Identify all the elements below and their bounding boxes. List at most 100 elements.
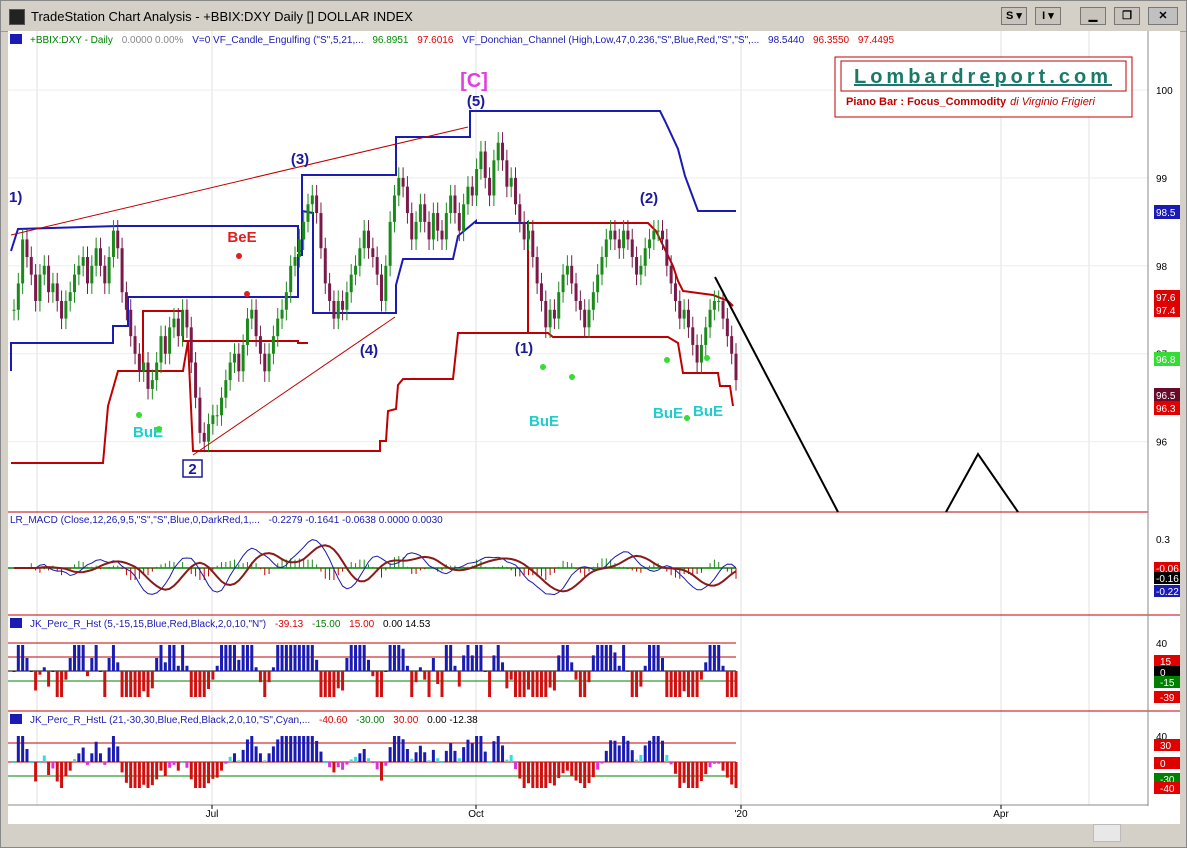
perc-rl-v4: 0.00 -12.38 [427, 715, 478, 726]
candle-body-107 [475, 169, 479, 196]
perc-r-bar-130 [574, 671, 578, 680]
perc-rl-bar-111 [492, 741, 496, 762]
perc-r-bar-1 [16, 645, 20, 671]
interval-link-button[interactable]: I ▾ [1035, 7, 1061, 25]
perc-r-bar-156 [686, 671, 690, 697]
perc-rl-bar-53 [241, 749, 245, 762]
candle-body-51 [232, 353, 236, 363]
candle-body-11 [60, 300, 64, 319]
close-button[interactable]: ✕ [1148, 7, 1178, 25]
candle-body-79 [354, 265, 358, 275]
perc-r-bar-29 [137, 671, 141, 697]
candle-body-142 [626, 230, 630, 240]
candle-body-48 [220, 397, 224, 416]
candle-body-88 [392, 195, 396, 222]
perc-r-panel: JK_Perc_R_Hst (5,-15,15,Blue,Red,Black,2… [8, 618, 1180, 712]
wave-4-label: (4) [360, 342, 378, 359]
perc-r-bar-116 [514, 671, 518, 697]
perc-r-bar-88 [392, 645, 396, 671]
maximize-button[interactable]: ❐ [1114, 7, 1140, 25]
perc-rl-bar-73 [328, 762, 332, 768]
perc-r-bar-105 [466, 645, 470, 671]
perc-rl-bar-54 [245, 739, 249, 762]
bue-label-2: BuE [529, 413, 559, 430]
perc-r-bar-58 [263, 671, 267, 697]
perc-rl-bar-77 [345, 762, 349, 765]
perc-r-bar-131 [578, 671, 582, 697]
chart-area[interactable]: 10099989796 [C] (5) (3) 1) (4) [8, 31, 1180, 824]
perc-rl-bar-15 [77, 753, 81, 762]
chart-svg[interactable]: 10099989796 [C] (5) (3) 1) (4) [8, 31, 1180, 824]
bee-dot-2 [244, 291, 250, 297]
perc-rl-bar-164 [721, 762, 725, 771]
perc-r-bar-100 [444, 645, 448, 671]
candle-body-27 [129, 309, 133, 337]
app-window: TradeStation Chart Analysis - +BBIX:DXY … [0, 0, 1187, 848]
perc-r-bar-141 [622, 645, 626, 671]
macd-header-values: -0.2279 -0.1641 -0.0638 0.0000 0.0030 [269, 515, 443, 526]
perc-r-bar-59 [267, 671, 271, 683]
perc-r-bar-61 [276, 645, 280, 671]
perc-rl-bar-125 [552, 762, 556, 786]
candle-body-29 [137, 353, 141, 372]
perc-rl-bar-116 [514, 762, 518, 770]
perc-rl-bar-89 [397, 736, 401, 762]
minimize-button[interactable]: ▁ [1080, 7, 1106, 25]
horizontal-scrollbar[interactable] [8, 824, 1180, 842]
perc-r-bar-35 [163, 662, 167, 671]
symbol-link-button[interactable]: S ▾ [1001, 7, 1027, 25]
perc-r-bar-44 [202, 671, 206, 697]
perc-rl-bar-10 [55, 762, 59, 782]
candle-body-49 [224, 380, 228, 398]
perc-r-bar-132 [583, 671, 587, 697]
candle-body-39 [181, 309, 185, 337]
perc-rl-bar-72 [323, 762, 327, 763]
perc-rl-bar-34 [159, 762, 163, 771]
candle-body-13 [68, 292, 72, 301]
perc-r-bar-167 [734, 671, 738, 697]
candle-body-45 [207, 424, 211, 442]
perc-r-bar-48 [220, 645, 224, 671]
perc-rl-bar-75 [336, 762, 340, 768]
perc-r-bar-33 [155, 658, 159, 671]
perc-r-bar-2 [21, 645, 25, 671]
perc-rl-bar-94 [418, 745, 422, 762]
candle-body-71 [319, 213, 323, 249]
perc-r-v2: -15.00 [312, 619, 341, 630]
perc-rl-bar-127 [561, 762, 565, 774]
candle-body-98 [436, 213, 440, 231]
candle-body-58 [263, 353, 267, 372]
perc-r-bar-21 [103, 671, 107, 697]
perc-r-bar-31 [146, 671, 150, 697]
candle-body-152 [669, 265, 673, 284]
perc-r-bar-143 [630, 671, 634, 697]
perc-rl-bar-68 [306, 736, 310, 762]
candle-body-81 [362, 230, 366, 249]
perc-rl-bar-22 [107, 747, 111, 762]
perc-rl-bar-147 [648, 740, 652, 762]
perc-r-bar-17 [85, 671, 89, 677]
wave-2-low-label: 2 [188, 461, 196, 478]
perc-r-bar-49 [224, 645, 228, 671]
wave-c-label: [C] [460, 70, 488, 92]
bee-dot-1 [236, 253, 242, 259]
perc-rl-bar-128 [565, 762, 569, 771]
perc-rl-bar-110 [488, 762, 492, 763]
perc-r-bar-133 [587, 671, 591, 683]
x-axis: Jul Oct '20 Apr [206, 805, 1009, 820]
candle-body-22 [107, 257, 111, 284]
perc-rl-bar-92 [410, 758, 414, 762]
candle-body-23 [111, 230, 115, 258]
perc-rl-bar-121 [535, 762, 539, 788]
candle-body-161 [708, 309, 712, 328]
perc-r-bar-135 [596, 645, 600, 671]
candle-body-91 [405, 186, 409, 214]
perc-rl-bar-47 [215, 762, 219, 778]
macd-content: 0.3-0.06-0.16-0.22 [8, 535, 1180, 598]
perc-r-bar-34 [159, 645, 163, 671]
perc-rl-bar-63 [284, 736, 288, 762]
perc-r-bar-14 [73, 645, 77, 671]
perc-rl-bar-38 [176, 762, 180, 771]
perc-r-bar-163 [717, 645, 721, 671]
scrollbar-thumb[interactable] [1093, 824, 1121, 842]
